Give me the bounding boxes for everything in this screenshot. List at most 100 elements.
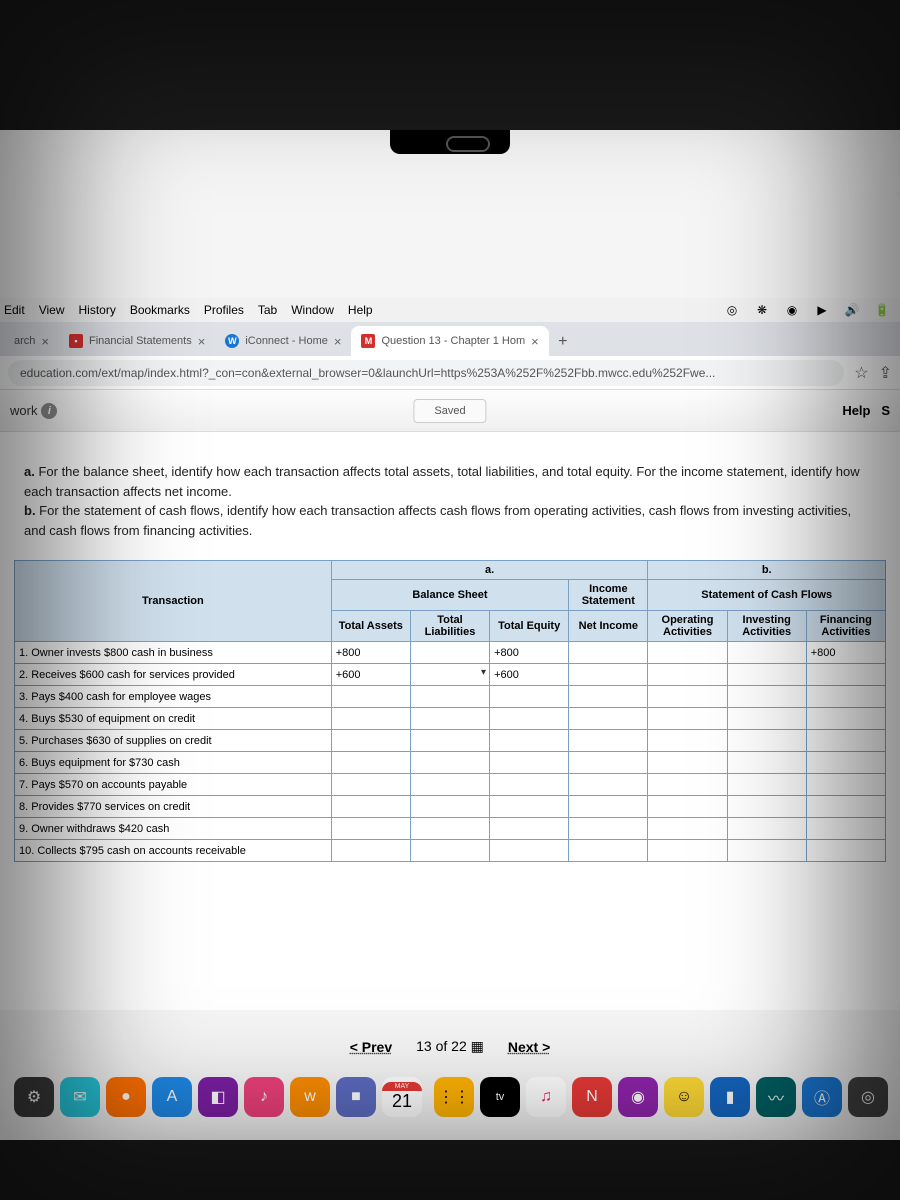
fin-cell[interactable]: +800 (806, 642, 885, 664)
liab-cell[interactable] (410, 840, 489, 862)
fin-cell[interactable] (806, 840, 885, 862)
op-cell[interactable] (648, 818, 727, 840)
dock-app4-icon[interactable]: ⋮⋮ (434, 1077, 474, 1117)
inv-cell[interactable] (727, 708, 806, 730)
volume-icon[interactable]: 🔊 (844, 302, 860, 318)
tab-iconnect[interactable]: W iConnect - Home × (215, 326, 351, 356)
dock-app5-icon[interactable]: N (572, 1077, 612, 1117)
equity-cell[interactable] (490, 708, 569, 730)
dock-music2-icon[interactable]: ♫ (526, 1077, 566, 1117)
fin-cell[interactable] (806, 818, 885, 840)
liab-cell[interactable] (410, 774, 489, 796)
fin-cell[interactable] (806, 774, 885, 796)
inv-cell[interactable] (727, 840, 806, 862)
close-icon[interactable]: × (334, 334, 342, 349)
inv-cell[interactable] (727, 774, 806, 796)
dock-music-icon[interactable]: ♪ (244, 1077, 284, 1117)
equity-cell[interactable] (490, 774, 569, 796)
dock-appstore2-icon[interactable]: Ⓐ (802, 1077, 842, 1117)
assets-cell[interactable] (331, 774, 410, 796)
fin-cell[interactable] (806, 730, 885, 752)
status-icon-3[interactable]: ◉ (784, 302, 800, 318)
bookmark-star-icon[interactable]: ☆ (854, 363, 868, 383)
menu-history[interactable]: History (78, 303, 115, 317)
menu-edit[interactable]: Edit (4, 303, 25, 317)
dock-calendar-icon[interactable]: MAY 21 (382, 1077, 422, 1117)
battery-icon[interactable]: 🔋 (874, 302, 890, 318)
dock-settings-icon[interactable]: ⚙ (14, 1077, 54, 1117)
liab-cell[interactable] (410, 796, 489, 818)
menu-view[interactable]: View (39, 303, 65, 317)
new-tab-button[interactable]: + (549, 328, 577, 356)
dock-podcast-icon[interactable]: ◉ (618, 1077, 658, 1117)
equity-cell[interactable] (490, 686, 569, 708)
op-cell[interactable] (648, 840, 727, 862)
op-cell[interactable] (648, 752, 727, 774)
fin-cell[interactable] (806, 664, 885, 686)
net-cell[interactable] (569, 818, 648, 840)
liab-cell[interactable] (410, 686, 489, 708)
assets-cell[interactable] (331, 818, 410, 840)
fin-cell[interactable] (806, 708, 885, 730)
net-cell[interactable] (569, 774, 648, 796)
op-cell[interactable] (648, 796, 727, 818)
work-label[interactable]: work i (10, 403, 57, 419)
liab-cell[interactable] (410, 642, 489, 664)
info-icon[interactable]: i (41, 403, 57, 419)
net-cell[interactable] (569, 642, 648, 664)
grid-icon[interactable]: ▦ (471, 1038, 484, 1054)
inv-cell[interactable] (727, 796, 806, 818)
net-cell[interactable] (569, 730, 648, 752)
assets-cell[interactable]: +800 (331, 642, 410, 664)
dock-tv-icon[interactable]: tv (480, 1077, 520, 1117)
assets-cell[interactable]: +600 (331, 664, 410, 686)
liab-cell[interactable] (410, 664, 489, 686)
menu-tab[interactable]: Tab (258, 303, 277, 317)
liab-cell[interactable] (410, 752, 489, 774)
dock-app6-icon[interactable]: ☺ (664, 1077, 704, 1117)
op-cell[interactable] (648, 774, 727, 796)
net-cell[interactable] (569, 664, 648, 686)
inv-cell[interactable] (727, 730, 806, 752)
play-icon[interactable]: ▶ (814, 302, 830, 318)
tab-search[interactable]: arch × (4, 326, 59, 356)
dock-app3-icon[interactable]: w (290, 1077, 330, 1117)
fin-cell[interactable] (806, 686, 885, 708)
menu-help[interactable]: Help (348, 303, 373, 317)
equity-cell[interactable] (490, 752, 569, 774)
status-icon-2[interactable]: ❋ (754, 302, 770, 318)
net-cell[interactable] (569, 708, 648, 730)
extension-icon[interactable]: ⇪ (879, 363, 892, 383)
liab-cell[interactable] (410, 708, 489, 730)
dock-app9-icon[interactable]: ◎ (848, 1077, 888, 1117)
prev-button[interactable]: < Prev (350, 1039, 392, 1055)
menu-profiles[interactable]: Profiles (204, 303, 244, 317)
assets-cell[interactable] (331, 730, 410, 752)
url-field[interactable]: education.com/ext/map/index.html?_con=co… (8, 360, 844, 386)
inv-cell[interactable] (727, 818, 806, 840)
dock-facetime-icon[interactable]: ■ (336, 1077, 376, 1117)
equity-cell[interactable]: +600 (490, 664, 569, 686)
net-cell[interactable] (569, 686, 648, 708)
equity-cell[interactable] (490, 840, 569, 862)
equity-cell[interactable] (490, 796, 569, 818)
op-cell[interactable] (648, 730, 727, 752)
op-cell[interactable] (648, 664, 727, 686)
tab-question13[interactable]: M Question 13 - Chapter 1 Hom × (351, 326, 548, 356)
status-icon-1[interactable]: ◎ (724, 302, 740, 318)
tab-financial[interactable]: ▪ Financial Statements × (59, 326, 215, 356)
equity-cell[interactable]: +800 (490, 642, 569, 664)
net-cell[interactable] (569, 752, 648, 774)
dock-app7-icon[interactable]: ▮ (710, 1077, 750, 1117)
liab-cell[interactable] (410, 730, 489, 752)
op-cell[interactable] (648, 686, 727, 708)
liab-cell[interactable] (410, 818, 489, 840)
equity-cell[interactable] (490, 818, 569, 840)
close-icon[interactable]: × (531, 334, 539, 349)
op-cell[interactable] (648, 708, 727, 730)
dock-app8-icon[interactable]: 〰 (756, 1077, 796, 1117)
assets-cell[interactable] (331, 840, 410, 862)
dock-mail-icon[interactable]: ✉ (60, 1077, 100, 1117)
next-button[interactable]: Next > (508, 1039, 550, 1055)
dock-appstore-icon[interactable]: A (152, 1077, 192, 1117)
